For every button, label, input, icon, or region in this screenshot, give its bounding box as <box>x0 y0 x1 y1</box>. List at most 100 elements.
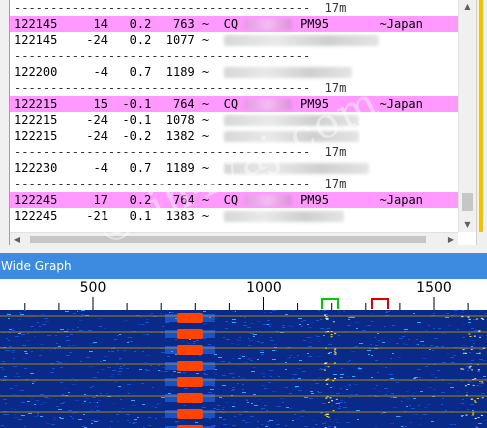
decode-mark: ~ <box>201 97 210 111</box>
decode-dt: 0.2 <box>129 17 152 31</box>
decode-row-cq[interactable]: 122245 17 0.2 764 ~ CQ PM95 ~Japan <box>10 192 458 208</box>
tx-freq-marker[interactable] <box>371 298 389 309</box>
decode-utc: 122215 <box>14 97 58 111</box>
scroll-thumb[interactable] <box>462 193 473 211</box>
scroll-up-icon[interactable]: ▲ <box>459 0 476 14</box>
signal-trace <box>177 313 204 323</box>
decode-utc: 122145 <box>14 33 58 47</box>
decode-row[interactable]: 122145 -24 0.2 1077 ~ <box>10 32 458 48</box>
decode-utc: 122245 <box>14 209 58 223</box>
decode-grid: PM95 <box>300 17 329 31</box>
decode-dt: 0.2 <box>129 193 152 207</box>
signal-trace <box>177 393 204 403</box>
scroll-down-icon[interactable]: ▼ <box>459 218 476 232</box>
decode-utc: 122230 <box>14 161 58 175</box>
decode-freq: 1189 <box>165 161 195 175</box>
decode-freq: 1383 <box>165 209 195 223</box>
decode-freq: 764 <box>173 193 195 207</box>
highlight-strip <box>479 0 483 232</box>
period-separator: ----------------------------------------… <box>10 0 458 16</box>
decode-mark: ~ <box>201 161 210 175</box>
decode-mark: ~ <box>201 129 210 143</box>
decode-dt: 0.1 <box>129 209 152 223</box>
decode-utc: 122200 <box>14 65 58 79</box>
decode-row[interactable]: 122245 -21 0.1 1383 ~ <box>10 208 458 224</box>
decode-mark: ~ <box>201 17 210 31</box>
decode-mark: ~ <box>201 113 210 127</box>
redacted-callsign <box>244 19 293 30</box>
decode-grid: PM95 <box>300 193 329 207</box>
decode-freq: 764 <box>172 97 195 111</box>
scale-ticks <box>24 297 469 310</box>
period-separator: ----------------------------------------… <box>10 144 458 160</box>
redacted-message <box>223 211 344 222</box>
decode-utc: 122245 <box>14 193 58 207</box>
decode-list[interactable]: ----------------------------------------… <box>10 0 458 232</box>
decode-dt: -0.1 <box>122 113 152 127</box>
decode-snr: -21 <box>86 209 108 223</box>
decode-snr: -24 <box>86 33 108 47</box>
scroll-left-icon[interactable]: ◀ <box>10 233 24 246</box>
decode-grid: PM95 <box>300 97 329 111</box>
decode-utc: 122215 <box>14 113 58 127</box>
redacted-callsign <box>244 99 293 110</box>
vertical-scrollbar[interactable]: ▲ ▼ <box>458 0 476 232</box>
decode-dt: -0.1 <box>122 97 152 111</box>
decode-row[interactable]: 122215 -24 -0.2 1382 ~ <box>10 128 458 144</box>
decode-freq: 763 <box>173 17 195 31</box>
redacted-message <box>223 163 369 174</box>
period-separator: ----------------------------------------… <box>10 80 458 96</box>
scroll-right-icon[interactable]: ▶ <box>444 233 458 246</box>
separator-text: ----------------------------------------… <box>14 1 347 15</box>
decode-cq-prefix: CQ <box>223 193 239 207</box>
redacted-callsign <box>244 195 293 206</box>
decode-freq: 1189 <box>165 65 195 79</box>
signal-trace <box>177 409 204 419</box>
signal-trace <box>177 361 204 371</box>
decode-cq-prefix: CQ <box>223 97 239 111</box>
decode-dt: 0.7 <box>129 65 152 79</box>
decode-snr: 17 <box>93 193 108 207</box>
redacted-message <box>223 67 352 78</box>
wide-graph-title: Wide Graph <box>0 253 487 279</box>
frequency-scale[interactable]: 500 1000 1500 <box>0 279 487 310</box>
decode-country: ~Japan <box>379 193 423 207</box>
hscroll-thumb[interactable] <box>30 236 426 243</box>
decode-snr: 15 <box>93 97 108 111</box>
waterfall-display[interactable] <box>0 310 487 428</box>
decode-utc: 122145 <box>14 17 58 31</box>
decode-country: ~Japan <box>379 97 423 111</box>
decode-snr: -24 <box>86 113 108 127</box>
decode-freq: 1078 <box>165 113 195 127</box>
decode-snr: -24 <box>86 129 108 143</box>
decode-snr: 14 <box>93 17 108 31</box>
decode-dt: 0.7 <box>129 161 152 175</box>
decode-snr: -4 <box>93 161 108 175</box>
redacted-message <box>223 115 359 126</box>
period-separator: ----------------------------------------… <box>10 176 458 192</box>
decode-row[interactable]: 122215 -24 -0.1 1078 ~ <box>10 112 458 128</box>
decode-row[interactable]: 122200 -4 0.7 1189 ~ <box>10 64 458 80</box>
separator-text: ----------------------------------------… <box>14 49 311 63</box>
signal-trace <box>177 329 204 339</box>
decode-mark: ~ <box>201 193 210 207</box>
decode-freq: 1382 <box>165 129 195 143</box>
decode-mark: ~ <box>201 33 210 47</box>
redacted-message <box>223 131 359 142</box>
period-separator: ----------------------------------------… <box>10 48 458 64</box>
decode-freq: 1077 <box>165 33 195 47</box>
decode-row-cq[interactable]: 122145 14 0.2 763 ~ CQ PM95 ~Japan <box>10 16 458 32</box>
decode-mark: ~ <box>201 209 210 223</box>
decode-row-cq[interactable]: 122215 15 -0.1 764 ~ CQ PM95 ~Japan <box>10 96 458 112</box>
rx-freq-marker[interactable] <box>321 298 339 309</box>
decode-dt: -0.2 <box>122 129 152 143</box>
band-activity-pane: ----------------------------------------… <box>9 0 477 246</box>
signal-trace <box>177 377 204 387</box>
separator-text: ----------------------------------------… <box>14 145 347 159</box>
decode-dt: 0.2 <box>129 33 152 47</box>
redacted-message <box>223 35 379 46</box>
wide-graph-panel[interactable]: 500 1000 1500 <box>0 279 487 428</box>
separator-text: ----------------------------------------… <box>14 81 347 95</box>
decode-row[interactable]: 122230 -4 0.7 1189 ~ <box>10 160 458 176</box>
horizontal-scrollbar[interactable]: ◀ ▶ <box>10 232 458 246</box>
